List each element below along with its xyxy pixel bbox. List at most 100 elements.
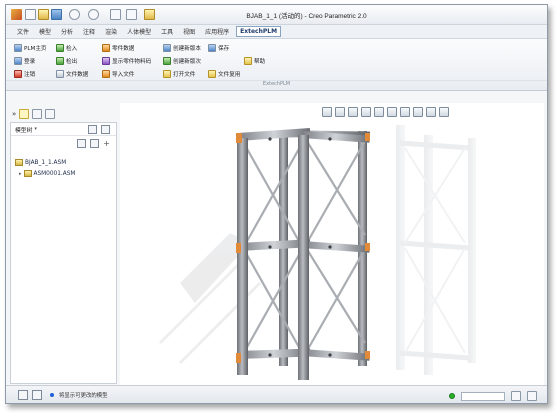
tree-item-sub[interactable]: ▸ ASM0001.ASM xyxy=(19,170,75,177)
file-reuse-label: 文件复用 xyxy=(218,71,241,78)
select-mode-icon[interactable] xyxy=(527,391,537,401)
menu-extechplm[interactable]: ExtechPLM xyxy=(236,26,282,37)
check-in-label: 检入 xyxy=(66,45,78,52)
check-in-button[interactable]: 检入 xyxy=(56,43,77,52)
save-label: 保存 xyxy=(218,45,230,52)
tree-settings-icon[interactable] xyxy=(88,125,97,134)
new-revision-button[interactable]: 创建新版次 xyxy=(163,56,201,65)
find-icon[interactable] xyxy=(77,139,87,148)
regen-status-icon xyxy=(449,393,455,399)
help-label: 帮助 xyxy=(254,58,266,65)
add-icon[interactable]: + xyxy=(103,139,110,148)
login-label: 登录 xyxy=(24,58,36,65)
repaint-icon[interactable] xyxy=(361,107,371,117)
expand-chevron-icon[interactable]: » xyxy=(12,110,16,118)
menu-bar: 文件 模型 分析 注释 渲染 人体模型 工具 视图 应用程序 ExtechPLM xyxy=(6,25,547,39)
new-revision-label: 创建新版次 xyxy=(173,58,201,65)
save-icon xyxy=(208,43,216,52)
zoom-out-icon[interactable] xyxy=(348,107,358,117)
file-data-button[interactable]: 文件数据 xyxy=(56,69,88,78)
folder-browser-icon[interactable] xyxy=(32,108,43,119)
graphics-area[interactable] xyxy=(120,103,544,385)
menu-applications[interactable]: 应用程序 xyxy=(200,27,234,36)
truss-ghost xyxy=(396,125,476,375)
menu-annotate[interactable]: 注释 xyxy=(78,27,100,36)
part-data-button[interactable]: 零件数据 xyxy=(102,43,134,52)
new-revision-icon xyxy=(163,56,171,65)
menu-model[interactable]: 模型 xyxy=(34,27,56,36)
zoom-in-icon[interactable] xyxy=(335,107,345,117)
status-bar: 将显示可更改的模型 xyxy=(6,385,547,403)
help-button[interactable]: 帮助 xyxy=(244,56,265,65)
upright-front-left xyxy=(237,138,248,375)
assembly-icon xyxy=(23,170,32,177)
collapse-icon[interactable] xyxy=(90,139,100,148)
panel-tab-label[interactable]: 模型树 xyxy=(15,125,32,134)
new-version-label: 创建新版本 xyxy=(173,45,201,52)
plm-home-label: PLM主页 xyxy=(24,45,47,52)
logout-icon xyxy=(14,69,22,78)
open-file-label: 打开文件 xyxy=(173,71,196,78)
help-icon xyxy=(244,56,252,65)
perspective-icon[interactable] xyxy=(413,107,423,117)
model-tree-icon[interactable] xyxy=(19,108,30,119)
status-message: 将显示可更改的模型 xyxy=(59,393,108,399)
import-file-label: 导入文件 xyxy=(112,71,135,78)
truss-model xyxy=(158,125,476,380)
file-reuse-icon xyxy=(208,69,216,78)
menu-render[interactable]: 渲染 xyxy=(100,27,122,36)
check-out-icon xyxy=(56,56,64,65)
open-file-button[interactable]: 打开文件 xyxy=(163,69,195,78)
menu-analysis[interactable]: 分析 xyxy=(56,27,78,36)
check-in-icon xyxy=(56,43,64,52)
expand-arrow-icon[interactable]: ▸ xyxy=(19,171,22,177)
menu-manikin[interactable]: 人体模型 xyxy=(122,27,156,36)
title-bar: BJAB_1_1 (活动的) - Creo Parametric 2.0 xyxy=(6,5,547,25)
tree-item-root[interactable]: BJAB_1_1.ASM xyxy=(15,159,66,166)
message-bullet-icon xyxy=(50,393,54,397)
favorites-icon[interactable] xyxy=(45,108,56,119)
panel-tools-secondary: + xyxy=(77,139,110,148)
part-data-label: 零件数据 xyxy=(112,45,135,52)
model-tree-panel: 模型树 ▾ + BJAB_1_1.ASM ▸ ASM0001.ASM xyxy=(10,122,117,384)
find-icon[interactable] xyxy=(511,391,521,401)
panel-tools xyxy=(88,125,110,134)
menu-view[interactable]: 视图 xyxy=(178,27,200,36)
datum-display-icon[interactable] xyxy=(426,107,436,117)
panel-switch-toolbar: » xyxy=(12,107,56,120)
ribbon-group-label: ExtechPLM xyxy=(6,80,547,89)
check-out-button[interactable]: 检出 xyxy=(56,56,77,65)
status-right xyxy=(449,391,537,401)
open-file-icon xyxy=(163,69,171,78)
save-button[interactable]: 保存 xyxy=(208,43,229,52)
window-title: BJAB_1_1 (活动的) - Creo Parametric 2.0 xyxy=(246,13,367,20)
import-file-button[interactable]: 导入文件 xyxy=(102,69,134,78)
tree-item-label: ASM0001.ASM xyxy=(33,170,76,177)
saved-views-icon[interactable] xyxy=(387,107,397,117)
chevron-down-icon[interactable]: ▾ xyxy=(34,126,37,132)
file-reuse-button[interactable]: 文件复用 xyxy=(208,69,240,78)
menu-tools[interactable]: 工具 xyxy=(156,27,178,36)
tree-columns-icon[interactable] xyxy=(101,125,110,134)
check-out-label: 检出 xyxy=(66,58,78,65)
view-toolbar xyxy=(322,107,449,117)
annotation-display-icon[interactable] xyxy=(439,107,449,117)
import-file-icon xyxy=(102,69,110,78)
material-code-button[interactable]: 显示零件物料码 xyxy=(102,56,151,65)
login-button[interactable]: 登录 xyxy=(14,56,35,65)
browser-toggle-icon[interactable] xyxy=(32,390,42,400)
toggle-navigator-icon[interactable] xyxy=(18,390,28,400)
plm-home-button[interactable]: PLM主页 xyxy=(14,43,47,52)
display-style-icon[interactable] xyxy=(374,107,384,117)
file-data-icon xyxy=(56,69,64,78)
ribbon: PLM主页 检入 零件数据 创建新版本 保存 登录 检出 显示零件物料码 创建新… xyxy=(6,39,547,91)
selection-filter[interactable] xyxy=(461,391,505,401)
view-manager-icon[interactable] xyxy=(400,107,410,117)
material-code-label: 显示零件物料码 xyxy=(112,58,152,65)
logout-button[interactable]: 注销 xyxy=(14,69,35,78)
tree-item-label: BJAB_1_1.ASM xyxy=(25,159,67,166)
part-data-icon xyxy=(102,43,110,52)
refit-icon[interactable] xyxy=(322,107,332,117)
menu-file[interactable]: 文件 xyxy=(12,27,34,36)
new-version-button[interactable]: 创建新版本 xyxy=(163,43,201,52)
